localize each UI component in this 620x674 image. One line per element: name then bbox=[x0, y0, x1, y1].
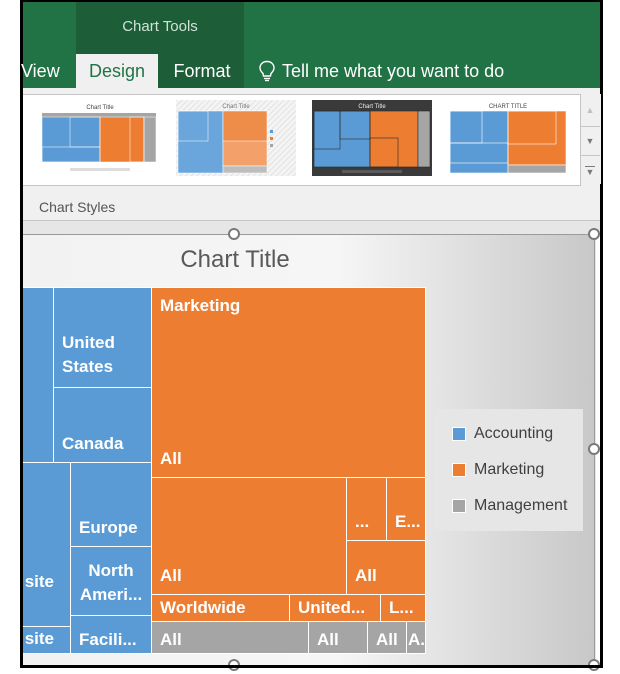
treemap-tile-accounting[interactable]: United States bbox=[53, 287, 152, 388]
window-border-bottom bbox=[20, 665, 603, 668]
tile-label: All bbox=[376, 630, 398, 649]
treemap-tile-accounting[interactable]: North Ameri... bbox=[70, 546, 152, 616]
tile-label: United States bbox=[62, 333, 115, 376]
treemap-tile-marketing[interactable]: Marketing All bbox=[151, 287, 426, 478]
treemap-tile-management[interactable]: All bbox=[367, 621, 407, 654]
tile-label: A... bbox=[408, 630, 425, 649]
treemap-tile-marketing[interactable]: All bbox=[151, 477, 347, 595]
treemap-tile-marketing[interactable]: E... bbox=[386, 477, 426, 541]
treemap-tile-marketing[interactable]: United... bbox=[289, 594, 381, 622]
treemap-tile-management[interactable]: All bbox=[151, 621, 309, 654]
treemap-tile-accounting[interactable]: site bbox=[23, 626, 71, 654]
treemap-tile-accounting[interactable] bbox=[23, 287, 54, 463]
tile-label: Worldwide bbox=[160, 598, 246, 617]
tile-label: Facili... bbox=[79, 630, 137, 649]
tile-label: All bbox=[317, 630, 339, 649]
tile-label: All bbox=[160, 566, 182, 585]
treemap-tile-accounting[interactable]: Facili... bbox=[70, 615, 152, 654]
tile-label: site bbox=[24, 629, 54, 648]
tile-label: E... bbox=[395, 512, 421, 531]
tile-label: site bbox=[24, 572, 54, 591]
treemap-tile-management[interactable]: All bbox=[308, 621, 368, 654]
tile-label: All bbox=[160, 630, 182, 649]
treemap-clip: United States Canada site site Europe North A… bbox=[23, 0, 600, 665]
treemap-tile-marketing[interactable]: Worldwide bbox=[151, 594, 290, 622]
tile-label: North Ameri... bbox=[79, 561, 143, 604]
tile-label: Canada bbox=[62, 434, 124, 453]
treemap-tile-marketing[interactable]: ... bbox=[346, 477, 387, 541]
treemap-tile-marketing[interactable]: L... bbox=[380, 594, 426, 622]
treemap-tile-accounting[interactable]: Europe bbox=[70, 462, 152, 547]
tile-sublabel: All bbox=[160, 449, 182, 468]
tile-label: United... bbox=[298, 598, 366, 617]
tile-label: Marketing bbox=[160, 296, 241, 315]
tile-label: All bbox=[355, 566, 377, 585]
tile-label: ... bbox=[355, 512, 370, 531]
tile-label: Europe bbox=[79, 518, 138, 537]
treemap-tile-marketing[interactable]: All bbox=[346, 540, 426, 595]
tile-label: L... bbox=[389, 598, 414, 617]
treemap-tile-accounting[interactable]: site bbox=[23, 462, 71, 627]
treemap-tile-accounting[interactable]: Canada bbox=[53, 387, 152, 463]
treemap-tile-management[interactable]: A... bbox=[406, 621, 426, 654]
